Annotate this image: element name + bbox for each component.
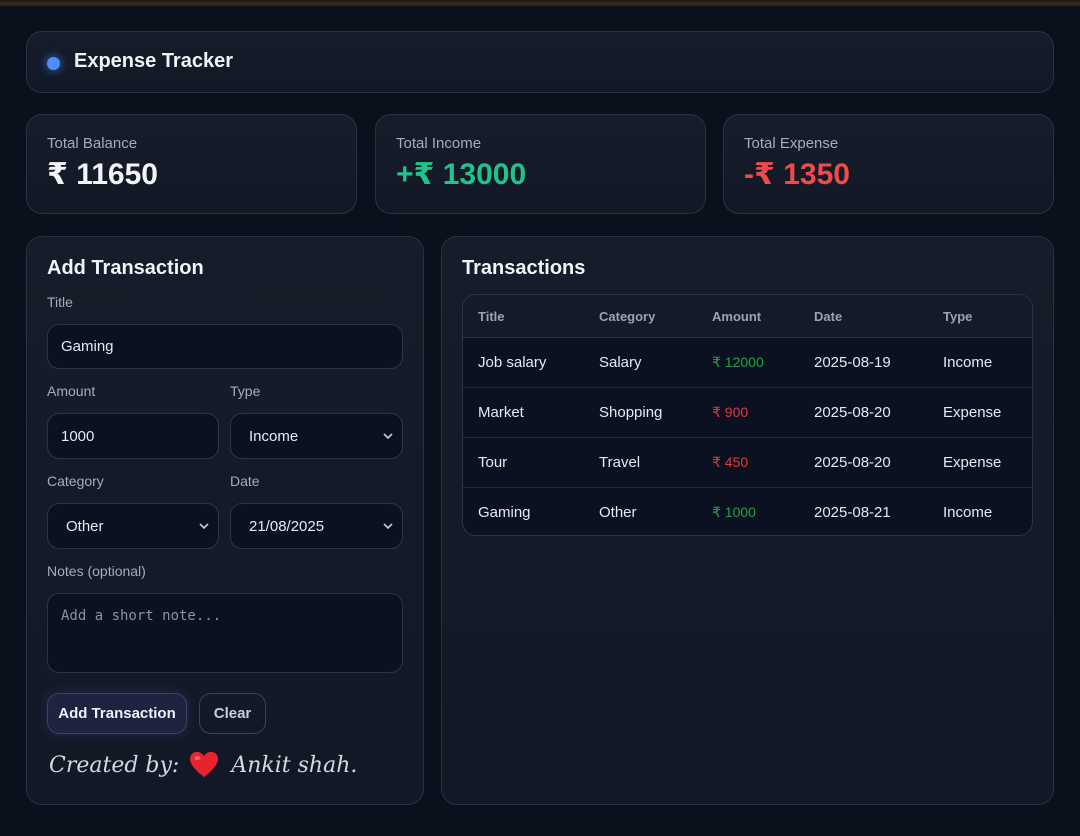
column-header-type: Type bbox=[943, 309, 973, 324]
type-label: Type bbox=[230, 383, 261, 399]
column-header-amount: Amount bbox=[712, 309, 762, 324]
type-select[interactable]: Income bbox=[230, 413, 403, 459]
app-header: Expense Tracker bbox=[26, 31, 1054, 93]
cell-amount: ₹ 12000 bbox=[712, 354, 764, 370]
amount-input-value: 1000 bbox=[61, 427, 95, 445]
type-select-value: Income bbox=[249, 427, 299, 445]
category-label: Category bbox=[47, 473, 104, 489]
title-label: Title bbox=[47, 294, 73, 310]
total-balance-label: Total Balance bbox=[47, 135, 138, 152]
cell-type: Income bbox=[943, 504, 993, 521]
cell-type: Income bbox=[943, 354, 993, 371]
add-transaction-button[interactable]: Add Transaction bbox=[47, 693, 187, 734]
total-expense-value: -₹ 1350 bbox=[744, 158, 850, 191]
cell-type: Expense bbox=[943, 454, 1002, 471]
total-income-card: Total Income +₹ 13000 bbox=[375, 114, 706, 214]
table-row: Gaming Other ₹ 1000 2025-08-21 Income bbox=[463, 488, 1032, 535]
notes-textarea[interactable]: Add a short note... bbox=[47, 593, 403, 673]
notes-placeholder: Add a short note... bbox=[61, 608, 222, 624]
title-input-value: Gaming bbox=[61, 338, 114, 355]
total-expense-card: Total Expense -₹ 1350 bbox=[723, 114, 1054, 214]
app-title: Expense Tracker bbox=[74, 50, 233, 72]
cell-date: 2025-08-20 bbox=[814, 454, 891, 471]
date-select-value: 21/08/2025 bbox=[249, 517, 325, 535]
table-row: Job salary Salary ₹ 12000 2025-08-19 Income bbox=[463, 338, 1032, 388]
amount-label: Amount bbox=[47, 383, 96, 399]
date-select[interactable]: 21/08/2025 bbox=[230, 503, 403, 549]
chevron-down-icon bbox=[199, 523, 209, 530]
column-header-category: Category bbox=[599, 309, 656, 324]
cell-category: Salary bbox=[599, 354, 642, 371]
transactions-panel: Transactions Title Category Amount Date … bbox=[441, 236, 1054, 805]
cell-category: Other bbox=[599, 504, 637, 521]
cell-category: Travel bbox=[599, 454, 641, 471]
total-balance-card: Total Balance ₹ 11650 bbox=[26, 114, 357, 214]
amount-input[interactable]: 1000 bbox=[47, 413, 219, 459]
credit-name: Ankit shah. bbox=[231, 752, 358, 778]
chevron-down-icon bbox=[383, 523, 393, 530]
credit-line: Created by: Ankit shah. bbox=[49, 751, 357, 779]
total-income-label: Total Income bbox=[396, 135, 482, 152]
total-balance-value: ₹ 11650 bbox=[47, 158, 158, 191]
cell-date: 2025-08-20 bbox=[814, 404, 891, 421]
cell-amount: ₹ 1000 bbox=[712, 504, 756, 520]
cell-title: Market bbox=[478, 404, 524, 421]
notes-label: Notes (optional) bbox=[47, 563, 146, 579]
clear-button[interactable]: Clear bbox=[199, 693, 266, 734]
cell-amount: ₹ 900 bbox=[712, 404, 749, 420]
add-transaction-panel: Add Transaction Title Gaming Amount Type… bbox=[26, 236, 424, 805]
chevron-down-icon bbox=[383, 433, 393, 440]
cell-title: Gaming bbox=[478, 504, 531, 521]
add-transaction-heading: Add Transaction bbox=[47, 257, 204, 279]
cell-type: Expense bbox=[943, 404, 1002, 421]
cell-amount: ₹ 450 bbox=[712, 454, 749, 470]
category-select-value: Other bbox=[66, 517, 104, 535]
status-dot-icon bbox=[47, 57, 60, 70]
cell-category: Shopping bbox=[599, 404, 663, 421]
cell-date: 2025-08-21 bbox=[814, 504, 891, 521]
total-expense-label: Total Expense bbox=[744, 135, 839, 152]
date-label: Date bbox=[230, 473, 260, 489]
transactions-table: Title Category Amount Date Type Job sala… bbox=[462, 294, 1033, 536]
cell-title: Job salary bbox=[478, 354, 547, 371]
transactions-heading: Transactions bbox=[462, 257, 586, 279]
total-income-value: +₹ 13000 bbox=[396, 158, 527, 191]
top-border bbox=[0, 0, 1080, 7]
heart-icon bbox=[190, 751, 219, 778]
column-header-date: Date bbox=[814, 309, 843, 324]
title-input[interactable]: Gaming bbox=[47, 324, 403, 369]
table-row: Tour Travel ₹ 450 2025-08-20 Expense bbox=[463, 438, 1032, 488]
credit-prefix: Created by: bbox=[49, 752, 180, 778]
cell-date: 2025-08-19 bbox=[814, 354, 891, 371]
category-select[interactable]: Other bbox=[47, 503, 219, 549]
table-header: Title Category Amount Date Type bbox=[463, 295, 1032, 338]
cell-title: Tour bbox=[478, 454, 508, 471]
column-header-title: Title bbox=[478, 309, 505, 324]
table-row: Market Shopping ₹ 900 2025-08-20 Expense bbox=[463, 388, 1032, 438]
